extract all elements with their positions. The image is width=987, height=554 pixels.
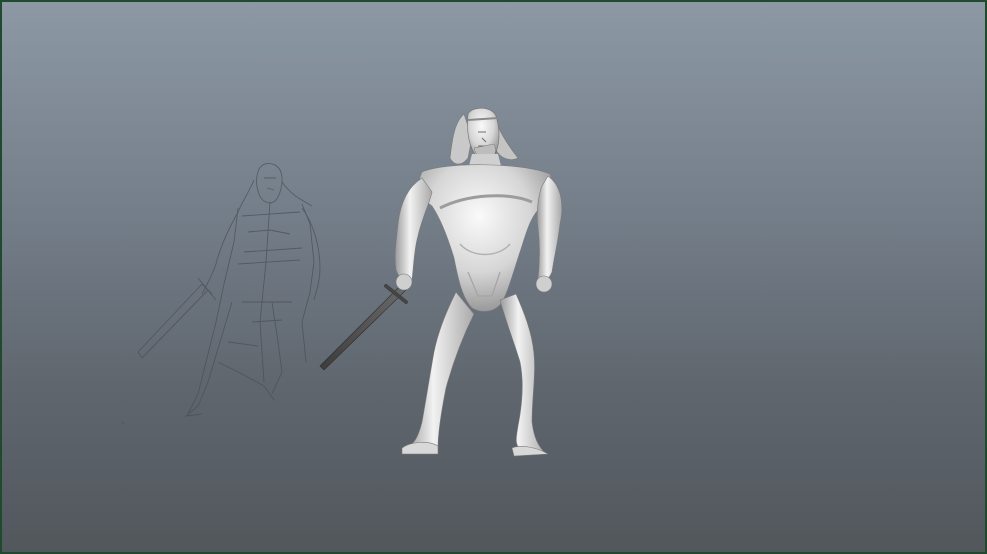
3d-viewport[interactable]: [0, 0, 987, 554]
viewport-scene: [121, 107, 563, 457]
character-model[interactable]: [319, 107, 563, 457]
concept-sketch[interactable]: [121, 163, 321, 425]
